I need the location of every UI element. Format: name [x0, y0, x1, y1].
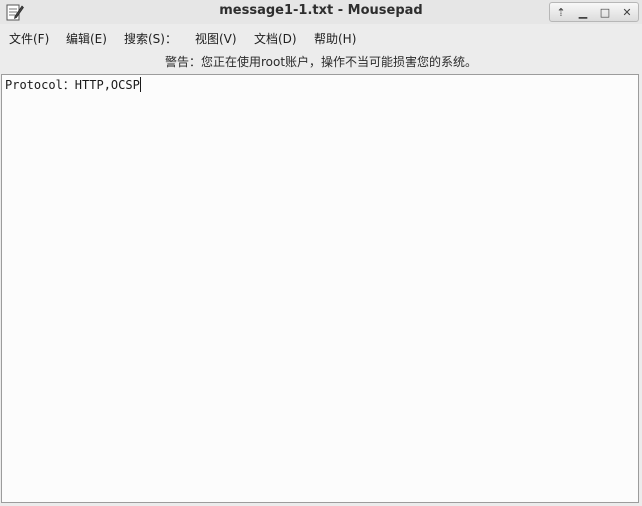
menu-help[interactable]: 帮助(H)	[314, 30, 356, 47]
editor-line-1: Protocol：HTTP,OCSP	[5, 78, 140, 92]
menu-file[interactable]: 文件(F)	[9, 30, 49, 47]
menu-view[interactable]: 视图(V)	[195, 30, 237, 47]
menu-edit[interactable]: 编辑(E)	[66, 30, 107, 47]
menu-search[interactable]: 搜索(S)：	[124, 30, 177, 47]
title-bar[interactable]: message1-1.txt - Mousepad ⇡ ▁ □ ✕	[0, 0, 642, 24]
menu-bar: 文件(F) 编辑(E) 搜索(S)： 视图(V) 文档(D) 帮助(H)	[0, 28, 642, 48]
editor-content[interactable]: Protocol：HTTP,OCSP	[5, 77, 141, 93]
window-title: message1-1.txt - Mousepad	[219, 3, 423, 18]
menu-document[interactable]: 文档(D)	[254, 30, 297, 47]
minimize-icon[interactable]: ▁	[575, 4, 591, 20]
mousepad-window: message1-1.txt - Mousepad ⇡ ▁ □ ✕ 文件(F) …	[0, 0, 642, 506]
arrow-up-icon[interactable]: ⇡	[553, 4, 569, 20]
root-warning-text: 警告：您正在使用root账户，操作不当可能损害您的系统。	[164, 55, 478, 69]
window-controls: ⇡ ▁ □ ✕	[549, 2, 639, 22]
text-editor-area[interactable]: Protocol：HTTP,OCSP	[1, 74, 639, 503]
text-caret	[139, 77, 141, 92]
close-icon[interactable]: ✕	[619, 4, 635, 20]
maximize-icon[interactable]: □	[597, 4, 613, 20]
